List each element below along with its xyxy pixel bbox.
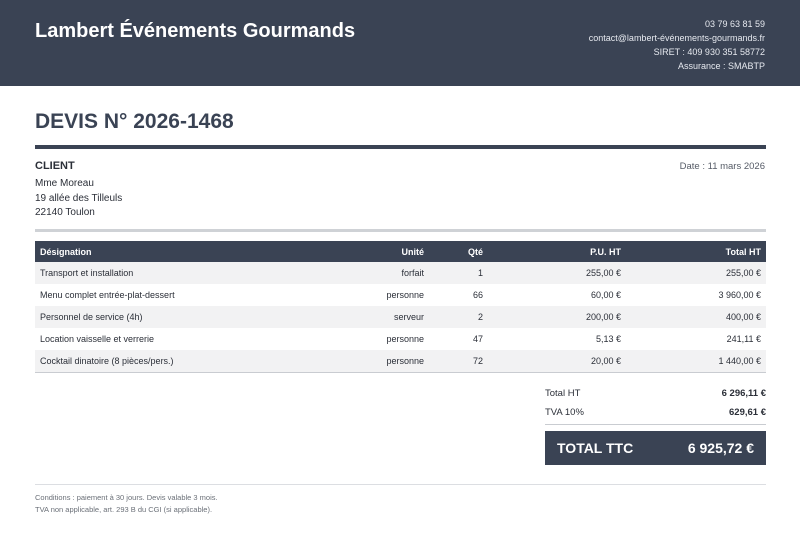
total-ht-row: Total HT 6 296,11 € bbox=[545, 384, 766, 403]
cell-quantity: 47 bbox=[472, 334, 483, 344]
company-phone: 03 79 63 81 59 bbox=[704, 19, 765, 29]
tva-notice-line: TVA non applicable, art. 293 B du CGI (s… bbox=[35, 505, 213, 514]
column-header-unit-price: P.U. HT bbox=[488, 241, 626, 262]
tva-label: TVA 10% bbox=[545, 407, 584, 418]
total-ht-value: 6 296,11 € bbox=[721, 388, 766, 399]
cell-unit-price: 255,00 € bbox=[488, 262, 626, 284]
conditions-line: Conditions : paiement à 30 jours. Devis … bbox=[35, 493, 218, 502]
column-header-designation: Désignation bbox=[35, 241, 335, 262]
total-ttc-value: 6 925,72 € bbox=[687, 440, 754, 456]
cell-unit-price: 200,00 € bbox=[488, 306, 626, 328]
cell-total: 255,00 € bbox=[626, 262, 766, 284]
cell-designation: Menu complet entrée-plat-dessert bbox=[40, 290, 175, 300]
cell-quantity: 2 bbox=[429, 306, 488, 328]
items-table: Désignation Unité Qté P.U. HT Total HT T… bbox=[35, 241, 766, 373]
cell-total: 400,00 € bbox=[626, 306, 766, 328]
document-title: DEVIS N° 2026-1468 bbox=[35, 110, 234, 133]
table-row: Cocktail dinatoire (8 pièces/pers.) pers… bbox=[35, 350, 766, 373]
company-email: contact@lambert-événements-gourmands.fr bbox=[588, 33, 765, 43]
cell-unit: serveur bbox=[335, 306, 429, 328]
cell-unit-price: 20,00 € bbox=[488, 350, 626, 373]
footer-divider bbox=[35, 484, 766, 485]
cell-total: 1 440,00 € bbox=[626, 350, 766, 373]
cell-quantity: 72 bbox=[429, 350, 488, 373]
table-header-row: Désignation Unité Qté P.U. HT Total HT bbox=[35, 241, 766, 262]
company-insurance: Assurance : SMABTP bbox=[677, 61, 765, 71]
cell-designation: Location vaisselle et verrerie bbox=[40, 334, 155, 344]
payment-conditions: Conditions : paiement à 30 jours. Devis … bbox=[35, 492, 218, 516]
client-address-block: Mme Moreau 19 allée des Tilleuls 22140 T… bbox=[35, 177, 122, 221]
cell-total: 3 960,00 € bbox=[718, 290, 761, 300]
cell-total: 241,11 € bbox=[726, 334, 761, 344]
letterhead: Lambert Événements Gourmands 03 79 63 81… bbox=[0, 0, 800, 86]
client-city: 22140 Toulon bbox=[35, 207, 95, 218]
total-ht-label: Total HT bbox=[545, 388, 581, 399]
cell-quantity: 1 bbox=[429, 262, 488, 284]
cell-unit: personne bbox=[386, 334, 424, 344]
company-name: Lambert Événements Gourmands bbox=[35, 20, 356, 42]
total-ttc-box: TOTAL TTC 6 925,72 € bbox=[545, 431, 766, 465]
title-divider bbox=[35, 145, 766, 149]
cell-unit-price: 60,00 € bbox=[590, 290, 621, 300]
client-street: 19 allée des Tilleuls bbox=[35, 192, 123, 204]
table-row: Transport et installation forfait 1 255,… bbox=[35, 262, 766, 284]
total-ttc-label: TOTAL TTC bbox=[557, 440, 634, 456]
client-label: CLIENT bbox=[35, 160, 75, 172]
cell-designation: Transport et installation bbox=[35, 262, 335, 284]
cell-quantity: 66 bbox=[472, 290, 483, 300]
document-date: Date : 11 mars 2026 bbox=[679, 161, 765, 172]
client-divider bbox=[35, 229, 766, 232]
cell-designation: Cocktail dinatoire (8 pièces/pers.) bbox=[35, 350, 335, 373]
company-siret: SIRET : 409 930 351 58772 bbox=[653, 47, 765, 57]
table-row: Personnel de service (4h) serveur 2 200,… bbox=[35, 306, 766, 328]
cell-unit: forfait bbox=[335, 262, 429, 284]
column-header-unit: Unité bbox=[335, 241, 429, 262]
table-row: Menu complet entrée-plat-dessert personn… bbox=[35, 284, 766, 306]
table-row: Location vaisselle et verrerie personne … bbox=[35, 328, 766, 350]
totals-divider bbox=[545, 424, 766, 425]
tva-value: 629,61 € bbox=[729, 407, 766, 418]
cell-unit: personne bbox=[335, 350, 429, 373]
cell-designation: Personnel de service (4h) bbox=[35, 306, 335, 328]
column-header-total: Total HT bbox=[626, 241, 766, 262]
totals-block: Total HT 6 296,11 € TVA 10% 629,61 € bbox=[545, 384, 766, 425]
cell-unit: personne bbox=[386, 290, 424, 300]
tva-row: TVA 10% 629,61 € bbox=[545, 403, 766, 422]
client-name: Mme Moreau bbox=[35, 178, 94, 189]
company-contact: 03 79 63 81 59 contact@lambert-événement… bbox=[589, 17, 765, 73]
column-header-quantity: Qté bbox=[429, 241, 488, 262]
cell-unit-price: 5,13 € bbox=[595, 334, 621, 344]
